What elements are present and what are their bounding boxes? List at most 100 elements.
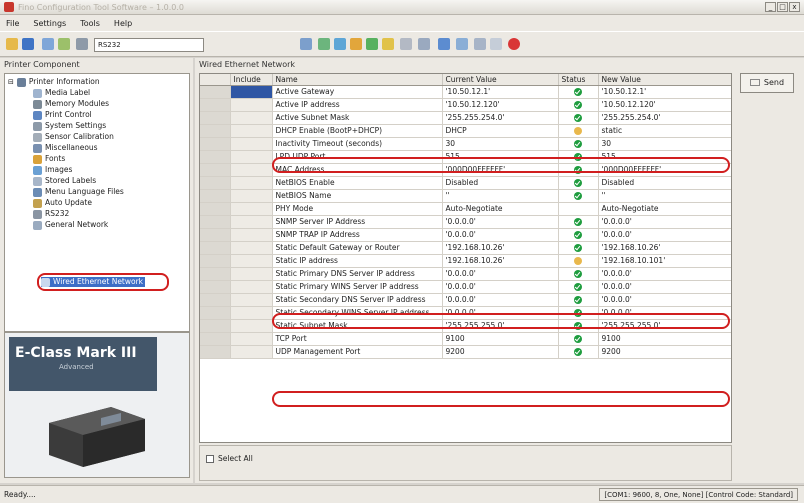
new-value-cell[interactable]: 9100: [598, 332, 731, 346]
include-cell[interactable]: [230, 150, 273, 164]
table-row[interactable]: Static Secondary WINS Server IP address '…: [200, 306, 731, 320]
include-cell[interactable]: [230, 189, 273, 203]
new-value-cell[interactable]: '0.0.0.0': [598, 293, 731, 307]
table-row[interactable]: Active Subnet Mask '255.255.254.0' '255.25…: [200, 111, 731, 125]
tree-item-rs232[interactable]: RS232: [33, 209, 69, 219]
row-header[interactable]: [200, 241, 231, 255]
row-header[interactable]: [200, 111, 231, 125]
column-name[interactable]: Name: [272, 74, 443, 86]
include-cell[interactable]: [230, 306, 273, 320]
table-row[interactable]: Active Gateway '10.50.12.1' '10.50.12.1': [200, 85, 731, 99]
maximize-button[interactable]: □: [777, 2, 788, 12]
column-current-value[interactable]: Current Value: [442, 74, 559, 86]
table-row[interactable]: SNMP TRAP IP Address '0.0.0.0' '0.0.0.0': [200, 228, 731, 242]
connect-icon[interactable]: [42, 38, 54, 50]
table-row[interactable]: PHY Mode Auto-Negotiate Auto-Negotiate: [200, 202, 731, 216]
row-header[interactable]: [200, 176, 231, 190]
tree-item-media-label[interactable]: Media Label: [33, 88, 90, 98]
include-cell[interactable]: [230, 215, 273, 229]
row-header[interactable]: [200, 280, 231, 294]
row-header[interactable]: [200, 189, 231, 203]
row-header[interactable]: [200, 254, 231, 268]
column-include[interactable]: Include: [230, 74, 273, 86]
close-button[interactable]: x: [789, 2, 800, 12]
new-value-cell[interactable]: '000D00FFFFFF': [598, 163, 731, 177]
row-header[interactable]: [200, 293, 231, 307]
new-value-cell[interactable]: '0.0.0.0': [598, 267, 731, 281]
include-cell[interactable]: [230, 163, 273, 177]
table-row[interactable]: NetBIOS Name '' '': [200, 189, 731, 203]
table-row[interactable]: Static Default Gateway or Router '192.168…: [200, 241, 731, 255]
row-header[interactable]: [200, 319, 231, 333]
row-header[interactable]: [200, 215, 231, 229]
table-row[interactable]: LPD UDP Port 515 515: [200, 150, 731, 164]
include-cell[interactable]: [230, 202, 273, 216]
new-value-cell[interactable]: '255.255.254.0': [598, 111, 731, 125]
include-cell[interactable]: [230, 98, 273, 112]
tree-item-general-network[interactable]: General Network: [33, 220, 108, 230]
column-new-value[interactable]: New Value: [598, 74, 731, 86]
send-icon[interactable]: [438, 38, 450, 50]
row-header[interactable]: [200, 124, 231, 138]
row-header[interactable]: [200, 332, 231, 346]
warning-icon[interactable]: [382, 38, 394, 50]
tree-item-menu-language-files[interactable]: Menu Language Files: [33, 187, 124, 197]
include-cell[interactable]: [230, 332, 273, 346]
table-row[interactable]: Static IP address '192.168.10.26' '192.168…: [200, 254, 731, 268]
include-cell[interactable]: [230, 319, 273, 333]
tree-item-sensor-calibration[interactable]: Sensor Calibration: [33, 132, 114, 142]
row-header[interactable]: [200, 137, 231, 151]
include-cell[interactable]: [230, 293, 273, 307]
row-header[interactable]: [200, 163, 231, 177]
table-row[interactable]: NetBIOS Enable Disabled Disabled: [200, 176, 731, 190]
print-icon[interactable]: [474, 38, 486, 50]
table-row[interactable]: Static Primary WINS Server IP address '0.…: [200, 280, 731, 294]
include-cell[interactable]: [230, 267, 273, 281]
new-value-cell[interactable]: '192.168.10.26': [598, 241, 731, 255]
tree-item-system-settings[interactable]: System Settings: [33, 121, 106, 131]
arrow-icon[interactable]: [350, 38, 362, 50]
select-all[interactable]: Select All: [206, 454, 253, 463]
row-header[interactable]: [200, 267, 231, 281]
check-icon[interactable]: [366, 38, 378, 50]
tree-item-fonts[interactable]: Fonts: [33, 154, 65, 164]
new-value-cell[interactable]: 30: [598, 137, 731, 151]
include-cell[interactable]: [230, 111, 273, 125]
table-row[interactable]: Static Secondary DNS Server IP address '0…: [200, 293, 731, 307]
new-value-cell[interactable]: '255.255.255.0': [598, 319, 731, 333]
new-value-cell[interactable]: '10.50.12.120': [598, 98, 731, 112]
row-header[interactable]: [200, 85, 231, 99]
include-cell[interactable]: [230, 241, 273, 255]
tree-item-memory-modules[interactable]: Memory Modules: [33, 99, 109, 109]
menu-tools[interactable]: Tools: [80, 19, 100, 28]
include-cell[interactable]: [230, 85, 273, 99]
row-header[interactable]: [200, 202, 231, 216]
refresh-icon[interactable]: [334, 38, 346, 50]
new-value-cell[interactable]: '0.0.0.0': [598, 215, 731, 229]
tree-item-auto-update[interactable]: Auto Update: [33, 198, 92, 208]
new-value-cell[interactable]: static: [598, 124, 731, 138]
column-status[interactable]: Status: [558, 74, 599, 86]
row-header[interactable]: [200, 150, 231, 164]
include-cell[interactable]: [230, 176, 273, 190]
row-header[interactable]: [200, 228, 231, 242]
table-row[interactable]: UDP Management Port 9200 9200: [200, 345, 731, 359]
include-cell[interactable]: [230, 228, 273, 242]
menu-settings[interactable]: Settings: [33, 19, 66, 28]
table-row[interactable]: Static Subnet Mask '255.255.255.0' '255.25…: [200, 319, 731, 333]
table-row[interactable]: MAC Address '000D00FFFFFF' '000D00FFFFFF': [200, 163, 731, 177]
include-cell[interactable]: [230, 280, 273, 294]
stop-icon[interactable]: [508, 38, 520, 50]
new-value-cell[interactable]: '0.0.0.0': [598, 280, 731, 294]
tree-item-miscellaneous[interactable]: Miscellaneous: [33, 143, 98, 153]
menu-file[interactable]: File: [6, 19, 19, 28]
row-header[interactable]: [200, 306, 231, 320]
config-icon[interactable]: [490, 38, 502, 50]
grid-icon[interactable]: [300, 38, 312, 50]
new-value-cell[interactable]: '192.168.10.101': [598, 254, 731, 268]
list-icon[interactable]: [418, 38, 430, 50]
table-row[interactable]: DHCP Enable (BootP+DHCP) DHCP static: [200, 124, 731, 138]
receive-icon[interactable]: [456, 38, 468, 50]
table-row[interactable]: SNMP Server IP Address '0.0.0.0' '0.0.0.0': [200, 215, 731, 229]
table-row[interactable]: TCP Port 9100 9100: [200, 332, 731, 346]
